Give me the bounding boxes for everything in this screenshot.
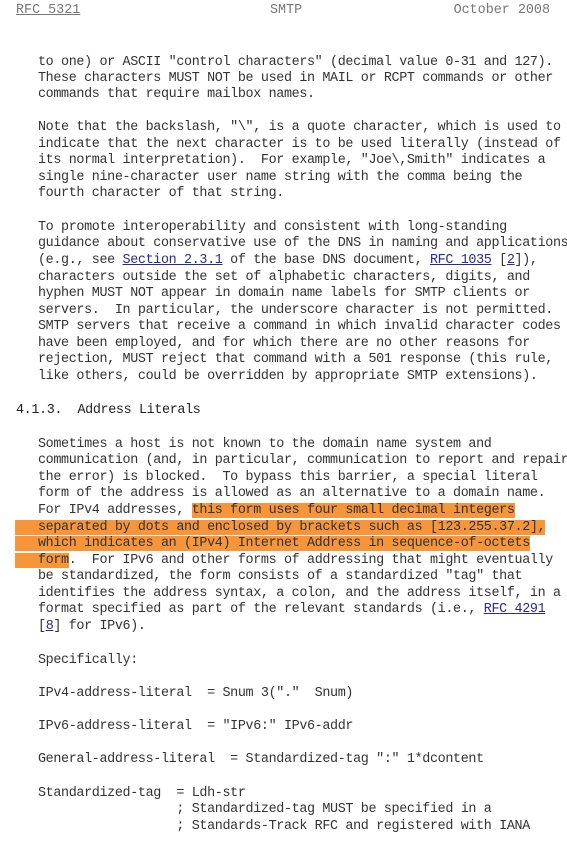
text-segment: (e.g., see <box>38 253 123 268</box>
grammar-rule: IPv4-address-literal = Snum 3("." Snum) <box>38 686 354 701</box>
text-line: SMTP servers that receive a command in w… <box>38 319 561 334</box>
rfc-1035-link[interactable]: RFC 1035 <box>430 253 492 268</box>
text-line: To promote interoperability and consiste… <box>38 220 507 235</box>
text-line: single nine-character user name string w… <box>38 170 523 185</box>
page-header: RFC 5321 SMTP October 2008 <box>0 3 567 21</box>
text-line: indicate that the next character is to b… <box>38 137 561 152</box>
ref-2-link[interactable]: 2 <box>507 253 515 268</box>
section-2-3-1-link[interactable]: Section 2.3.1 <box>123 253 223 268</box>
highlight-margin <box>15 553 38 568</box>
text-line: have been employed, and for which there … <box>38 336 530 351</box>
highlight-margin <box>15 520 38 535</box>
text-line: to one) or ASCII "control characters" (d… <box>38 55 553 70</box>
highlighted-text: separated by dots and enclosed by bracke… <box>38 520 546 535</box>
text-segment: of the base DNS document, <box>222 253 430 268</box>
text-line: [8] for IPv6). <box>38 619 146 635</box>
text-line: its normal interpretation). For example,… <box>38 153 546 168</box>
text-line: commands that require mailbox names. <box>38 87 315 102</box>
text-segment: ]), <box>514 253 538 268</box>
text-line: guidance about conservative use of the D… <box>38 236 567 251</box>
grammar-rule: IPv6-address-literal = "IPv6:" IPv6-addr <box>38 719 354 734</box>
text-line: like others, could be overridden by appr… <box>38 369 538 384</box>
highlighted-text: which indicates an (IPv4) Internet Addre… <box>38 536 530 551</box>
text-segment: . For IPv6 and other forms of addressing… <box>68 553 554 568</box>
text-line: Sometimes a host is not known to the dom… <box>38 437 492 452</box>
grammar-rule: General-address-literal = Standardized-t… <box>38 752 484 767</box>
highlight-margin <box>15 536 38 551</box>
text-line: Specifically: <box>38 653 138 668</box>
highlighted-text: form <box>38 553 69 568</box>
highlighted-text: this form uses four small decimal intege… <box>191 503 515 518</box>
text-line: (e.g., see Section 2.3.1 of the base DNS… <box>38 253 538 269</box>
text-line: format specified as part of the relevant… <box>38 602 546 618</box>
text-line: characters outside the set of alphabetic… <box>38 270 530 285</box>
text-segment: ] for IPv6). <box>53 619 146 634</box>
grammar-rule: Standardized-tag = Ldh-str <box>38 786 246 801</box>
text-line: For IPv4 addresses, this form uses four … <box>38 503 515 519</box>
text-line: be standardized, the form consists of a … <box>38 569 523 584</box>
grammar-comment: ; Standards-Track RFC and registered wit… <box>38 819 530 834</box>
text-line: which indicates an (IPv4) Internet Addre… <box>38 536 530 552</box>
text-segment: format specified as part of the relevant… <box>38 602 484 617</box>
text-line: form. For IPv6 and other forms of addres… <box>38 553 553 569</box>
text-line: communication (and, in particular, commu… <box>38 453 567 468</box>
text-line: These characters MUST NOT be used in MAI… <box>38 71 553 86</box>
text-line: identifies the address syntax, a colon, … <box>38 586 561 601</box>
section-heading: 4.1.3. Address Literals <box>16 403 201 418</box>
rfc-4291-link[interactable]: RFC 4291 <box>484 602 546 617</box>
header-rfc-link[interactable]: RFC 5321 <box>16 3 80 18</box>
text-line: separated by dots and enclosed by bracke… <box>38 520 546 536</box>
text-line: hyphen MUST NOT appear in domain name la… <box>38 286 530 301</box>
grammar-comment: ; Standardized-tag MUST be specified in … <box>38 802 492 817</box>
text-line: fourth character of that string. <box>38 186 284 201</box>
text-segment: For IPv4 addresses, <box>38 503 192 518</box>
text-segment: [ <box>491 253 507 268</box>
text-line: Note that the backslash, "\", is a quote… <box>38 120 561 135</box>
header-title: SMTP <box>270 3 303 18</box>
header-date: October 2008 <box>453 3 550 18</box>
text-line: the error) is blocked. To bypass this ba… <box>38 470 538 485</box>
text-line: rejection, MUST reject that command with… <box>38 352 553 367</box>
text-segment: [ <box>38 619 46 634</box>
text-line: servers. In particular, the underscore c… <box>38 303 553 318</box>
text-line: form of the address is allowed as an alt… <box>38 486 546 501</box>
